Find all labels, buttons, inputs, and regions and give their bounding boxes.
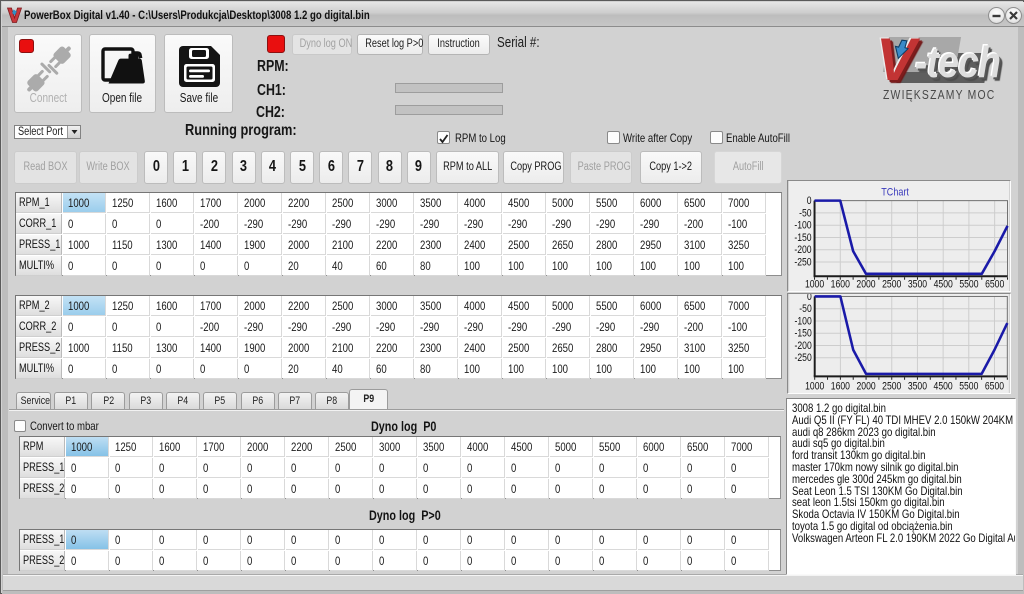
svg-text:-150: -150: [794, 232, 812, 244]
svg-text:-200: -200: [794, 340, 812, 352]
svg-text:TChart: TChart: [881, 186, 909, 198]
svg-text:3500: 3500: [907, 380, 927, 392]
svg-text:3500: 3500: [907, 278, 927, 290]
svg-text:-50: -50: [799, 303, 812, 315]
svg-text:4500: 4500: [933, 380, 953, 392]
svg-text:2500: 2500: [882, 278, 902, 290]
svg-text:2500: 2500: [882, 380, 902, 392]
svg-text:-250: -250: [794, 256, 812, 268]
svg-text:5500: 5500: [959, 278, 979, 290]
svg-text:-150: -150: [794, 327, 812, 339]
svg-text:-50: -50: [799, 207, 812, 219]
svg-text:-200: -200: [794, 244, 812, 256]
svg-text:6500: 6500: [985, 278, 1005, 290]
svg-text:5500: 5500: [959, 380, 979, 392]
svg-text:4500: 4500: [933, 278, 953, 290]
svg-text:6500: 6500: [984, 380, 1004, 392]
svg-text:-100: -100: [794, 219, 812, 231]
svg-text:1600: 1600: [830, 278, 850, 290]
svg-text:0: 0: [806, 293, 811, 303]
svg-text:2000: 2000: [856, 278, 876, 290]
svg-text:0: 0: [806, 195, 811, 207]
svg-text:1000: 1000: [804, 278, 824, 290]
svg-text:2000: 2000: [856, 380, 876, 392]
svg-text:1000: 1000: [805, 380, 825, 392]
svg-text:1600: 1600: [830, 380, 850, 392]
svg-text:-100: -100: [794, 315, 812, 327]
svg-text:-250: -250: [794, 352, 812, 364]
